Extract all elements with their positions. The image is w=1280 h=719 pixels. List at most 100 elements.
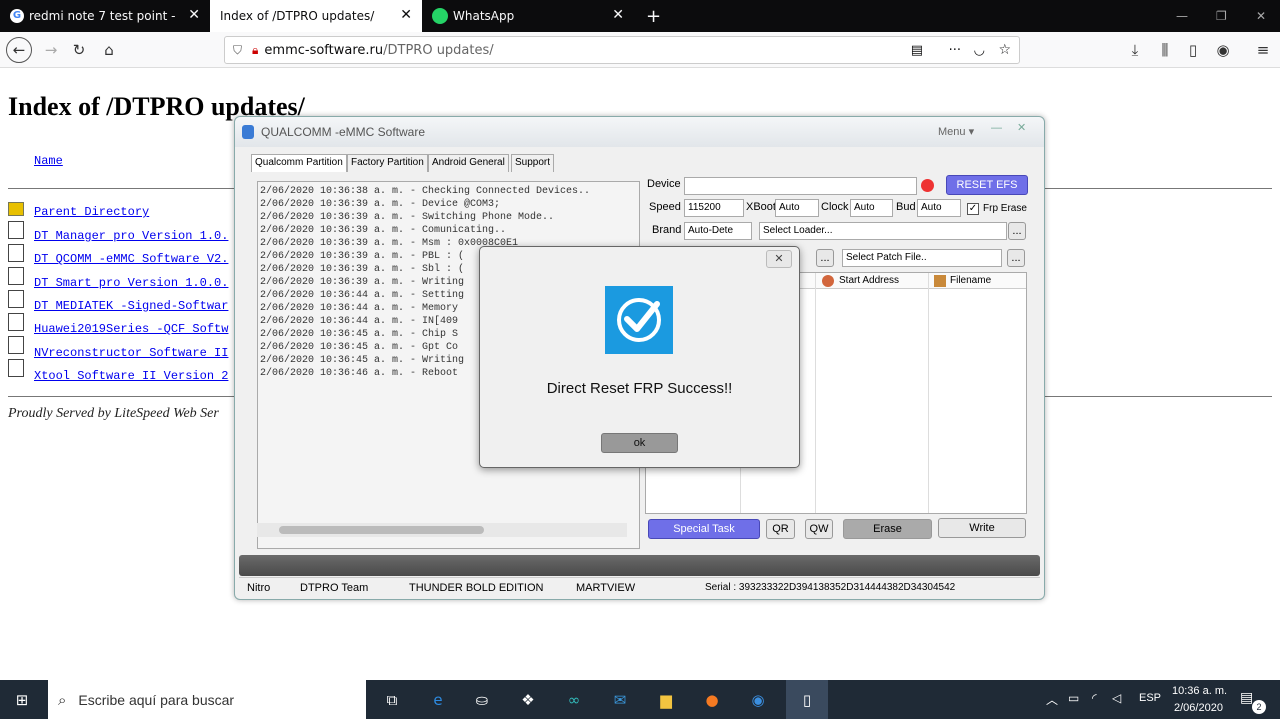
close-icon[interactable]: ✕ [1017,121,1026,134]
forward-icon[interactable]: → [38,37,64,63]
dialog-close-button[interactable]: ✕ [766,250,792,268]
browser-tab-index[interactable]: Index of /DTPRO updates/ ✕ [210,0,422,32]
search-icon: ⌕ [58,690,67,709]
entry-link[interactable]: DT MEDIATEK -Signed-Softwar [34,299,228,313]
close-tab-icon[interactable]: ✕ [612,7,624,23]
refresh-device-icon[interactable] [921,179,934,192]
entry-link[interactable]: DT QCOMM -eMMC Software V2. [34,252,228,266]
task-view-icon[interactable]: ⧉ [378,686,406,714]
bookmark-star-icon[interactable]: ☆ [998,42,1011,58]
ok-button[interactable]: ok [601,433,678,453]
teamviewer-icon[interactable]: ◉ [744,686,772,714]
reader-view-icon[interactable]: ▤ [911,43,923,58]
filename-header[interactable]: Filename [950,275,991,286]
entry-link[interactable]: DT Smart pro Version 1.0.0. [34,276,228,290]
browser-tab-whatsapp[interactable]: WhatsApp ✕ [422,0,634,32]
tab-android-general[interactable]: Android General [428,154,509,172]
pocket-icon[interactable]: ◡ [974,43,985,58]
qw-button[interactable]: QW [805,519,833,539]
bud-select[interactable]: Auto [917,199,961,217]
browse-button[interactable]: ... [816,249,834,267]
url-bar[interactable]: ⛉ 🔒︎ emmc-software.ru /DTPRO updates/ ▤ … [224,36,1020,64]
status-team: DTPRO Team [300,582,369,594]
frp-erase-checkbox[interactable]: ✓ [967,203,979,215]
battery-icon[interactable]: ▭ [1068,691,1079,705]
windows-start-icon[interactable]: ⊞ [8,686,36,714]
log-line: 2/06/2020 10:36:39 a. m. - Comunicating.… [260,225,507,236]
arduino-icon[interactable]: ∞ [560,686,588,714]
frp-erase-label: Frp Erase [983,203,1027,214]
qr-button[interactable]: QR [766,519,795,539]
xboot-select[interactable]: Auto [775,199,819,217]
entry-link[interactable]: Xtool Software II Version 2 [34,369,228,383]
status-edition: THUNDER BOLD EDITION [409,582,544,594]
window-titlebar[interactable]: QUALCOMM -eMMC Software Menu ▾ — ✕ [235,117,1044,147]
horizontal-scrollbar[interactable] [257,523,627,537]
mail-icon[interactable]: ✉ [606,686,634,714]
reset-efs-button[interactable]: RESET EFS [946,175,1028,195]
device-select[interactable] [684,177,917,195]
volume-icon[interactable]: ◁ [1112,691,1121,705]
reload-icon[interactable]: ↻ [66,37,92,63]
language-indicator[interactable]: ESP [1139,692,1161,704]
menu-icon[interactable]: ≡ [1250,37,1276,63]
patch-file-field[interactable]: Select Patch File.. [842,249,1002,267]
entry-link[interactable]: DT Manager pro Version 1.0. [34,229,228,243]
browse-loader-button[interactable]: ... [1008,222,1026,240]
chevron-up-icon[interactable]: ︿ [1046,691,1058,708]
file-icon [8,336,24,354]
search-placeholder: Escribe aquí para buscar [78,691,235,708]
minimize-icon[interactable]: — [991,122,1002,134]
firefox-icon[interactable]: ● [698,686,726,714]
status-nitro: Nitro [247,582,271,594]
emmc-app-taskbar-icon[interactable]: ▯ [786,680,828,719]
dropbox-icon[interactable]: ❖ [514,686,542,714]
new-tab-button[interactable]: + [636,0,661,32]
edge-icon[interactable]: e [424,686,452,714]
close-window-icon[interactable]: ✕ [1246,0,1276,32]
entry-link[interactable]: Parent Directory [34,205,149,219]
write-button[interactable]: Write [938,518,1026,538]
scroll-thumb[interactable] [279,526,484,534]
tab-support[interactable]: Support [511,154,555,172]
browser-tab-search[interactable]: G redmi note 7 test point - Búsqu ✕ [0,0,210,32]
download-icon[interactable]: ⤓ [1122,37,1148,63]
speed-select[interactable]: 115200 [684,199,744,217]
browse-patch-button[interactable]: ... [1007,249,1025,267]
brand-select[interactable]: Auto-Dete [684,222,752,240]
entry-link[interactable]: NVreconstructor Software II [34,346,228,360]
tab-factory-partition[interactable]: Factory Partition [347,154,428,172]
close-tab-icon[interactable]: ✕ [188,7,200,23]
back-icon[interactable]: ← [6,37,32,63]
sidebar-icon[interactable]: ▯ [1180,37,1206,63]
restore-icon[interactable]: ❐ [1206,0,1236,32]
more-icon[interactable]: ··· [949,43,961,58]
minimize-icon[interactable]: — [1166,0,1196,32]
name-column-header[interactable]: Name [34,154,63,168]
notifications-icon[interactable]: ▤ [1240,690,1253,706]
checkmark-icon [605,286,673,354]
file-explorer-icon[interactable]: ▆ [652,686,680,714]
taskbar-search-box[interactable]: ⌕ Escribe aquí para buscar [48,680,366,719]
column-divider [928,273,929,513]
close-tab-icon[interactable]: ✕ [400,7,412,23]
bud-label: Bud [896,201,916,213]
start-address-header[interactable]: Start Address [839,275,899,286]
whatsapp-icon [432,8,448,24]
entry-link[interactable]: Huawei2019Series -QCF Softw [34,322,228,336]
location-icon [822,275,834,287]
clock-time[interactable]: 10:36 a. m. [1172,685,1227,697]
loader-field[interactable]: Select Loader... [759,222,1007,240]
wifi-icon[interactable]: ◜ [1092,691,1097,705]
erase-button[interactable]: Erase [843,519,932,539]
clock-date[interactable]: 2/06/2020 [1174,702,1223,714]
store-icon[interactable]: ⛀ [468,686,496,714]
google-icon: G [10,9,24,23]
account-icon[interactable]: ◉ [1210,37,1236,63]
tab-qualcomm-partition[interactable]: Qualcomm Partition [251,154,347,172]
home-icon[interactable]: ⌂ [96,37,122,63]
menu-button[interactable]: Menu ▾ [938,125,974,138]
clock-select[interactable]: Auto [850,199,893,217]
special-task-button[interactable]: Special Task [648,519,760,539]
library-icon[interactable]: ⫼ [1152,37,1178,63]
